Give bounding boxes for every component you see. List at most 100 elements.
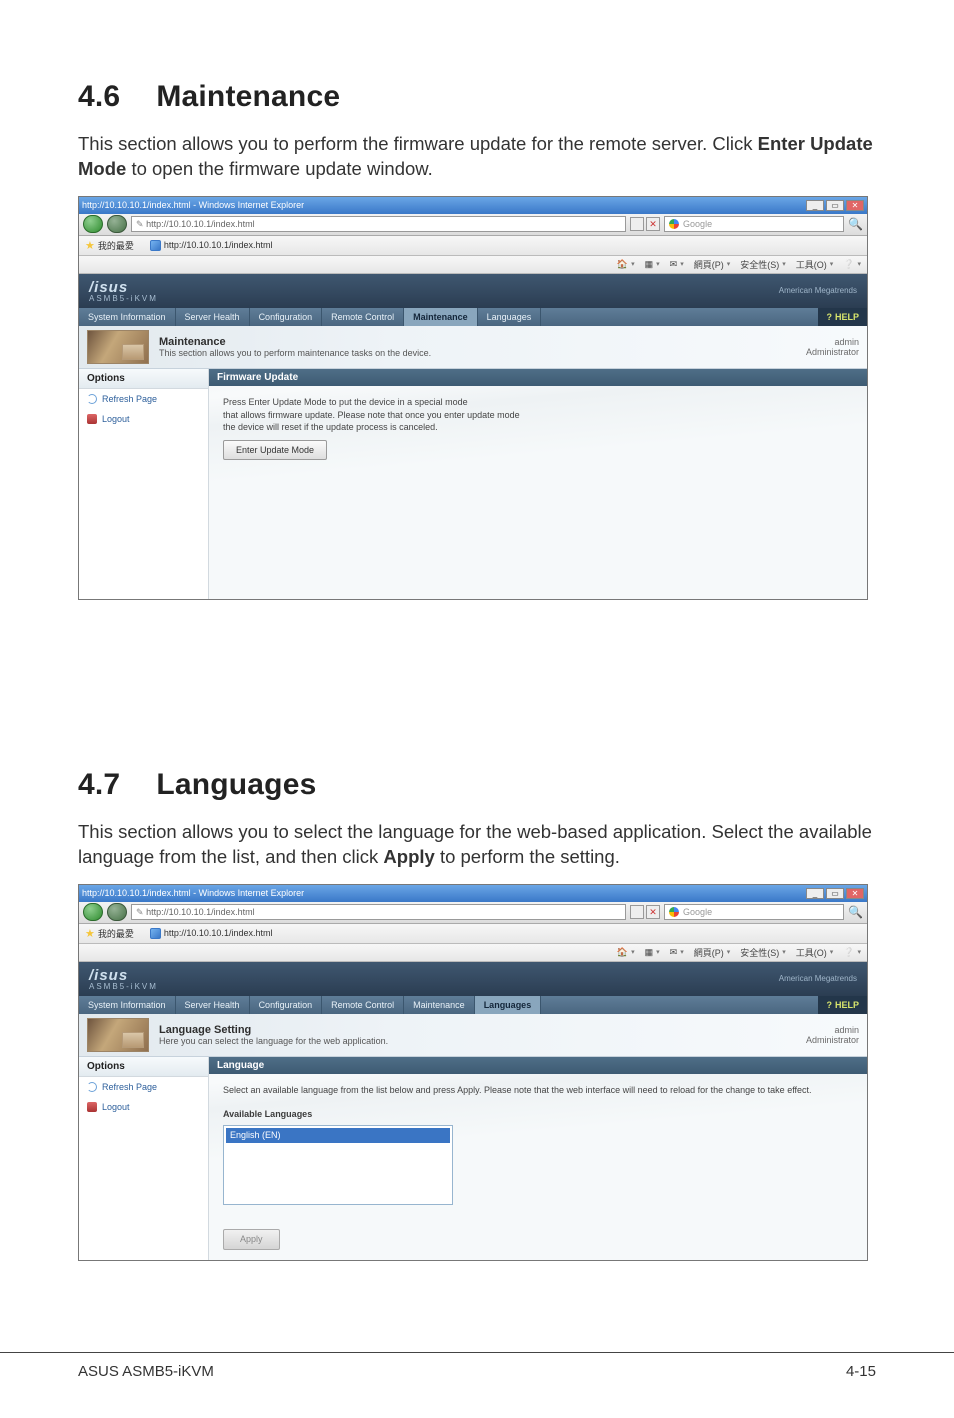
sidebar-item-logout[interactable]: Logout bbox=[79, 409, 208, 429]
footer-page-number: 4-15 bbox=[846, 1363, 876, 1380]
close-button[interactable]: ✕ bbox=[846, 200, 864, 211]
command-row: 🏠▾ ▦▾ ✉▾ 網頁(P)▾ 安全性(S)▾ 工具(O)▾ ❔▾ bbox=[79, 256, 867, 274]
device-thumbnail bbox=[87, 1018, 149, 1052]
page-subtitle: Here you can select the language for the… bbox=[159, 1036, 796, 1046]
back-button[interactable] bbox=[83, 903, 103, 921]
main-nav: System Information Server Health Configu… bbox=[79, 996, 867, 1014]
mail-menu[interactable]: ✉▾ bbox=[670, 947, 684, 958]
search-bar[interactable]: Google bbox=[664, 216, 844, 232]
help-menu[interactable]: ❔▾ bbox=[843, 259, 861, 270]
refresh-icon bbox=[87, 1082, 97, 1092]
tab-system-information[interactable]: System Information bbox=[79, 996, 176, 1014]
asus-header: /isus ASMB5-iKVM American Megatrends bbox=[79, 274, 867, 308]
help-button[interactable]: ?HELP bbox=[818, 308, 867, 326]
maintenance-screenshot: http://10.10.10.1/index.html - Windows I… bbox=[78, 196, 868, 600]
forward-button[interactable] bbox=[107, 215, 127, 233]
available-languages-label: Available Languages bbox=[223, 1108, 853, 1121]
refresh-icon bbox=[87, 394, 97, 404]
main-pane: Language Select an available language fr… bbox=[209, 1057, 867, 1260]
user-info: admin Administrator bbox=[806, 1025, 859, 1045]
section-4-6-heading: 4.6Maintenance bbox=[78, 80, 876, 114]
back-button[interactable] bbox=[83, 215, 103, 233]
feeds-menu[interactable]: ▦▾ bbox=[645, 947, 660, 958]
instruction-line: Press Enter Update Mode to put the devic… bbox=[223, 396, 853, 409]
home-menu[interactable]: 🏠▾ bbox=[617, 259, 635, 270]
safety-menu[interactable]: 安全性(S)▾ bbox=[740, 258, 786, 271]
pane-content: Select an available language from the li… bbox=[209, 1074, 867, 1260]
search-bar[interactable]: Google bbox=[664, 904, 844, 920]
search-placeholder: Google bbox=[683, 219, 712, 229]
page-footer: ASUS ASMB5-iKVM 4-15 bbox=[0, 1352, 954, 1380]
tab-remote-control[interactable]: Remote Control bbox=[322, 308, 404, 326]
board-vendor: American Megatrends bbox=[779, 974, 857, 983]
window-title: http://10.10.10.1/index.html - Windows I… bbox=[82, 888, 304, 898]
maximize-button[interactable]: ▭ bbox=[826, 888, 844, 899]
minimize-button[interactable]: _ bbox=[806, 888, 824, 899]
tab-remote-control[interactable]: Remote Control bbox=[322, 996, 404, 1014]
section-4-7-title: Languages bbox=[156, 768, 316, 801]
pane-title: Language bbox=[209, 1057, 867, 1074]
page-menu[interactable]: 網頁(P)▾ bbox=[694, 946, 731, 959]
help-button[interactable]: ?HELP bbox=[818, 996, 867, 1014]
minimize-button[interactable]: _ bbox=[806, 200, 824, 211]
favorites-label[interactable]: ★我的最愛 bbox=[85, 239, 134, 252]
mail-menu[interactable]: ✉▾ bbox=[670, 259, 684, 270]
window-title: http://10.10.10.1/index.html - Windows I… bbox=[82, 200, 304, 210]
sidebar-item-logout[interactable]: Logout bbox=[79, 1097, 208, 1117]
feeds-menu[interactable]: ▦▾ bbox=[645, 259, 660, 270]
asus-product: ASMB5-iKVM bbox=[89, 294, 158, 303]
help-icon: ? bbox=[826, 1000, 832, 1010]
tab-languages[interactable]: Languages bbox=[475, 996, 542, 1014]
ie-icon bbox=[150, 928, 161, 939]
stop-icon[interactable]: ✕ bbox=[646, 905, 660, 919]
section-4-6-number: 4.6 bbox=[78, 80, 120, 114]
apply-button[interactable]: Apply bbox=[223, 1229, 280, 1250]
section-4-7-heading: 4.7Languages bbox=[78, 768, 876, 802]
help-menu[interactable]: ❔▾ bbox=[843, 947, 861, 958]
tools-menu[interactable]: 工具(O)▾ bbox=[796, 258, 834, 271]
address-url: http://10.10.10.1/index.html bbox=[146, 907, 255, 917]
address-bar[interactable]: ✎ http://10.10.10.1/index.html bbox=[131, 216, 626, 232]
google-icon bbox=[669, 907, 679, 917]
sidebar-item-refresh[interactable]: Refresh Page bbox=[79, 389, 208, 409]
address-bar[interactable]: ✎ http://10.10.10.1/index.html bbox=[131, 904, 626, 920]
page-menu[interactable]: 網頁(P)▾ bbox=[694, 258, 731, 271]
home-menu[interactable]: 🏠▾ bbox=[617, 947, 635, 958]
maximize-button[interactable]: ▭ bbox=[826, 200, 844, 211]
search-magnifier-icon[interactable]: 🔍 bbox=[848, 905, 863, 919]
tab-maintenance[interactable]: Maintenance bbox=[404, 308, 478, 326]
page-tab[interactable]: http://10.10.10.1/index.html bbox=[150, 240, 273, 251]
address-row: ✎ http://10.10.10.1/index.html ✕ Google … bbox=[79, 214, 867, 236]
language-listbox[interactable]: English (EN) bbox=[223, 1125, 453, 1205]
sidebar-item-refresh[interactable]: Refresh Page bbox=[79, 1077, 208, 1097]
tools-menu[interactable]: 工具(O)▾ bbox=[796, 946, 834, 959]
window-titlebar: http://10.10.10.1/index.html - Windows I… bbox=[79, 885, 867, 902]
search-placeholder: Google bbox=[683, 907, 712, 917]
asus-product: ASMB5-iKVM bbox=[89, 982, 158, 991]
instruction-line: that allows firmware update. Please note… bbox=[223, 409, 853, 422]
refresh-icon[interactable] bbox=[630, 905, 644, 919]
ie-icon bbox=[150, 240, 161, 251]
search-magnifier-icon[interactable]: 🔍 bbox=[848, 217, 863, 231]
tab-server-health[interactable]: Server Health bbox=[176, 996, 250, 1014]
language-option-selected[interactable]: English (EN) bbox=[226, 1128, 450, 1143]
sidebar-header: Options bbox=[79, 1057, 208, 1077]
refresh-icon[interactable] bbox=[630, 217, 644, 231]
page-tab[interactable]: http://10.10.10.1/index.html bbox=[150, 928, 273, 939]
tab-languages[interactable]: Languages bbox=[478, 308, 542, 326]
instruction-line: the device will reset if the update proc… bbox=[223, 421, 853, 434]
forward-button[interactable] bbox=[107, 903, 127, 921]
window-titlebar: http://10.10.10.1/index.html - Windows I… bbox=[79, 197, 867, 214]
tab-maintenance[interactable]: Maintenance bbox=[404, 996, 475, 1014]
tab-server-health[interactable]: Server Health bbox=[176, 308, 250, 326]
window-buttons: _ ▭ ✕ bbox=[806, 200, 864, 211]
tab-system-information[interactable]: System Information bbox=[79, 308, 176, 326]
favorites-label[interactable]: ★我的最愛 bbox=[85, 927, 134, 940]
section-4-7-body: This section allows you to select the la… bbox=[78, 820, 876, 870]
safety-menu[interactable]: 安全性(S)▾ bbox=[740, 946, 786, 959]
close-button[interactable]: ✕ bbox=[846, 888, 864, 899]
stop-icon[interactable]: ✕ bbox=[646, 217, 660, 231]
tab-configuration[interactable]: Configuration bbox=[250, 308, 323, 326]
tab-configuration[interactable]: Configuration bbox=[250, 996, 323, 1014]
enter-update-mode-button[interactable]: Enter Update Mode bbox=[223, 440, 327, 461]
